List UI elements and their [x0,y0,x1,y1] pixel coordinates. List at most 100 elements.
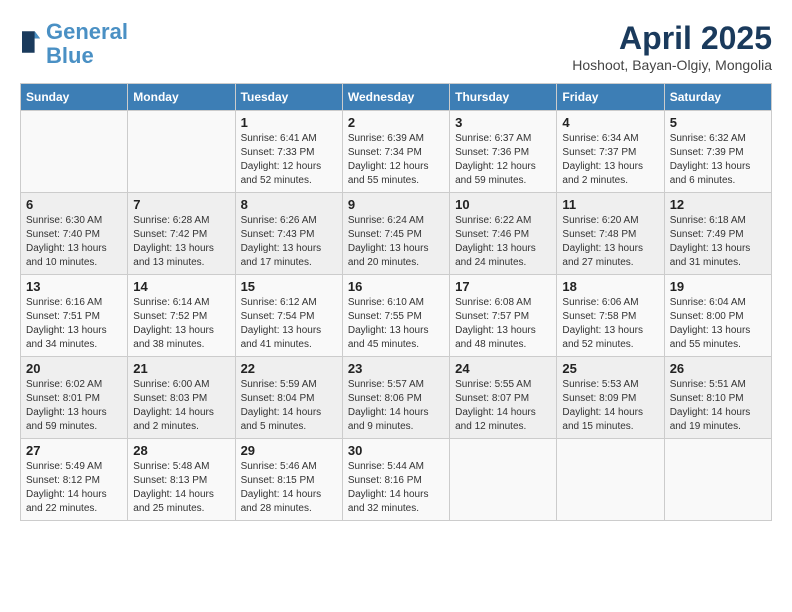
logo-text: General Blue [46,20,128,68]
location: Hoshoot, Bayan-Olgiy, Mongolia [572,57,772,73]
day-info: Sunrise: 5:48 AM Sunset: 8:13 PM Dayligh… [133,460,229,516]
day-number: 21 [133,361,229,376]
day-info: Sunrise: 6:32 AM Sunset: 7:39 PM Dayligh… [670,132,766,188]
day-info: Sunrise: 6:06 AM Sunset: 7:58 PM Dayligh… [562,296,658,352]
calendar-cell: 2 Sunrise: 6:39 AM Sunset: 7:34 PM Daylig… [342,111,449,193]
calendar-cell [557,439,664,521]
calendar-cell: 27Sunrise: 5:49 AM Sunset: 8:12 PM Dayli… [21,439,128,521]
weekday-header-friday: Friday [557,84,664,111]
day-number: 13 [26,279,122,294]
day-info: Sunrise: 5:49 AM Sunset: 8:12 PM Dayligh… [26,460,122,516]
day-info: Sunrise: 6:24 AM Sunset: 7:45 PM Dayligh… [348,214,444,270]
calendar-cell: 3 Sunrise: 6:37 AM Sunset: 7:36 PM Daylig… [450,111,557,193]
calendar-cell: 5Sunrise: 6:32 AM Sunset: 7:39 PM Daylig… [664,111,771,193]
calendar-week-2: 6 Sunrise: 6:30 AM Sunset: 7:40 PM Daylig… [21,193,772,275]
day-info: Sunrise: 6:28 AM Sunset: 7:42 PM Dayligh… [133,214,229,270]
weekday-header-sunday: Sunday [21,84,128,111]
day-number: 22 [241,361,337,376]
day-info: Sunrise: 5:57 AM Sunset: 8:06 PM Dayligh… [348,378,444,434]
calendar-table: SundayMondayTuesdayWednesdayThursdayFrid… [20,83,772,521]
day-info: Sunrise: 6:16 AM Sunset: 7:51 PM Dayligh… [26,296,122,352]
calendar-cell: 28 Sunrise: 5:48 AM Sunset: 8:13 PM Dayli… [128,439,235,521]
day-number: 3 [455,115,551,130]
day-info: Sunrise: 6:08 AM Sunset: 7:57 PM Dayligh… [455,296,551,352]
calendar-cell: 29Sunrise: 5:46 AM Sunset: 8:15 PM Dayli… [235,439,342,521]
calendar-cell: 7 Sunrise: 6:28 AM Sunset: 7:42 PM Daylig… [128,193,235,275]
day-number: 23 [348,361,444,376]
day-info: Sunrise: 6:20 AM Sunset: 7:48 PM Dayligh… [562,214,658,270]
day-info: Sunrise: 6:10 AM Sunset: 7:55 PM Dayligh… [348,296,444,352]
calendar-cell: 14 Sunrise: 6:14 AM Sunset: 7:52 PM Dayli… [128,275,235,357]
calendar-cell [21,111,128,193]
calendar-cell: 22 Sunrise: 5:59 AM Sunset: 8:04 PM Dayli… [235,357,342,439]
day-number: 1 [241,115,337,130]
page-header: General Blue April 2025 Hoshoot, Bayan-O… [20,20,772,73]
calendar-cell: 4Sunrise: 6:34 AM Sunset: 7:37 PM Daylig… [557,111,664,193]
day-number: 24 [455,361,551,376]
day-number: 25 [562,361,658,376]
day-info: Sunrise: 6:14 AM Sunset: 7:52 PM Dayligh… [133,296,229,352]
calendar-cell: 19 Sunrise: 6:04 AM Sunset: 8:00 PM Dayli… [664,275,771,357]
calendar-week-3: 13 Sunrise: 6:16 AM Sunset: 7:51 PM Dayli… [21,275,772,357]
day-number: 20 [26,361,122,376]
weekday-row: SundayMondayTuesdayWednesdayThursdayFrid… [21,84,772,111]
calendar-cell: 25 Sunrise: 5:53 AM Sunset: 8:09 PM Dayli… [557,357,664,439]
logo-icon [22,31,40,53]
day-info: Sunrise: 5:44 AM Sunset: 8:16 PM Dayligh… [348,460,444,516]
calendar-cell [128,111,235,193]
day-info: Sunrise: 6:30 AM Sunset: 7:40 PM Dayligh… [26,214,122,270]
day-number: 15 [241,279,337,294]
day-number: 2 [348,115,444,130]
weekday-header-saturday: Saturday [664,84,771,111]
calendar-cell: 26Sunrise: 5:51 AM Sunset: 8:10 PM Dayli… [664,357,771,439]
day-number: 9 [348,197,444,212]
day-info: Sunrise: 6:26 AM Sunset: 7:43 PM Dayligh… [241,214,337,270]
weekday-header-monday: Monday [128,84,235,111]
day-info: Sunrise: 6:02 AM Sunset: 8:01 PM Dayligh… [26,378,122,434]
day-number: 6 [26,197,122,212]
calendar-cell: 10 Sunrise: 6:22 AM Sunset: 7:46 PM Dayli… [450,193,557,275]
day-info: Sunrise: 6:00 AM Sunset: 8:03 PM Dayligh… [133,378,229,434]
calendar-cell: 11Sunrise: 6:20 AM Sunset: 7:48 PM Dayli… [557,193,664,275]
calendar-week-1: 1Sunrise: 6:41 AM Sunset: 7:33 PM Daylig… [21,111,772,193]
calendar-cell [450,439,557,521]
day-number: 19 [670,279,766,294]
day-number: 29 [241,443,337,458]
day-number: 26 [670,361,766,376]
day-info: Sunrise: 6:39 AM Sunset: 7:34 PM Dayligh… [348,132,444,188]
month-title: April 2025 [572,20,772,57]
calendar-cell: 1Sunrise: 6:41 AM Sunset: 7:33 PM Daylig… [235,111,342,193]
day-number: 17 [455,279,551,294]
logo: General Blue [20,20,128,68]
calendar-cell: 6 Sunrise: 6:30 AM Sunset: 7:40 PM Daylig… [21,193,128,275]
logo-line2: Blue [46,43,94,68]
calendar-cell: 17 Sunrise: 6:08 AM Sunset: 7:57 PM Dayli… [450,275,557,357]
day-number: 30 [348,443,444,458]
day-info: Sunrise: 6:12 AM Sunset: 7:54 PM Dayligh… [241,296,337,352]
day-info: Sunrise: 6:04 AM Sunset: 8:00 PM Dayligh… [670,296,766,352]
day-number: 7 [133,197,229,212]
calendar-cell: 12 Sunrise: 6:18 AM Sunset: 7:49 PM Dayli… [664,193,771,275]
day-info: Sunrise: 6:22 AM Sunset: 7:46 PM Dayligh… [455,214,551,270]
calendar-cell: 9 Sunrise: 6:24 AM Sunset: 7:45 PM Daylig… [342,193,449,275]
weekday-header-thursday: Thursday [450,84,557,111]
day-info: Sunrise: 6:18 AM Sunset: 7:49 PM Dayligh… [670,214,766,270]
day-info: Sunrise: 5:53 AM Sunset: 8:09 PM Dayligh… [562,378,658,434]
calendar-cell: 8 Sunrise: 6:26 AM Sunset: 7:43 PM Daylig… [235,193,342,275]
day-number: 12 [670,197,766,212]
calendar-cell: 20 Sunrise: 6:02 AM Sunset: 8:01 PM Dayli… [21,357,128,439]
day-number: 10 [455,197,551,212]
day-info: Sunrise: 5:55 AM Sunset: 8:07 PM Dayligh… [455,378,551,434]
calendar-cell: 16Sunrise: 6:10 AM Sunset: 7:55 PM Dayli… [342,275,449,357]
calendar-cell: 30 Sunrise: 5:44 AM Sunset: 8:16 PM Dayli… [342,439,449,521]
calendar-cell: 18Sunrise: 6:06 AM Sunset: 7:58 PM Dayli… [557,275,664,357]
day-info: Sunrise: 6:34 AM Sunset: 7:37 PM Dayligh… [562,132,658,188]
calendar-cell [664,439,771,521]
day-number: 8 [241,197,337,212]
day-number: 14 [133,279,229,294]
calendar-cell: 23 Sunrise: 5:57 AM Sunset: 8:06 PM Dayli… [342,357,449,439]
weekday-header-tuesday: Tuesday [235,84,342,111]
day-info: Sunrise: 6:37 AM Sunset: 7:36 PM Dayligh… [455,132,551,188]
day-number: 28 [133,443,229,458]
day-info: Sunrise: 5:59 AM Sunset: 8:04 PM Dayligh… [241,378,337,434]
